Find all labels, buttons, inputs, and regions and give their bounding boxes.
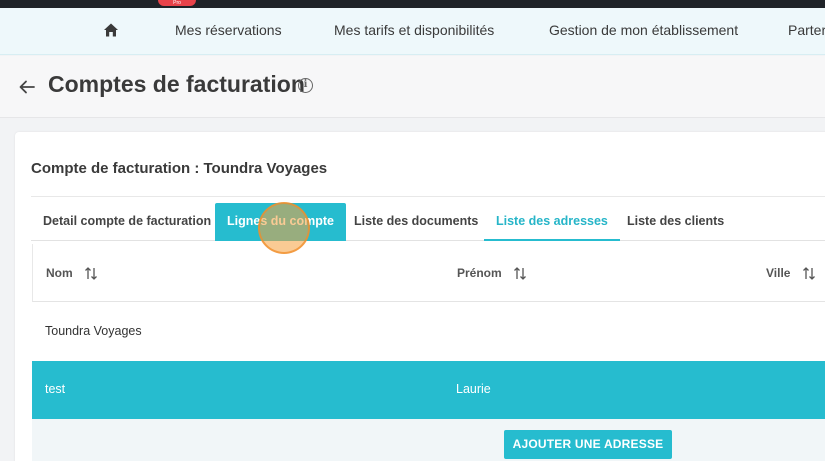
page-header: Comptes de facturation i [0,56,825,118]
page-title: Comptes de facturation [48,71,305,97]
home-icon[interactable] [103,22,119,38]
pro-badge: Pro [158,0,196,6]
tab-bar: Detail compte de facturation Lignes du c… [31,203,825,241]
column-header-label: Ville [766,266,791,280]
top-strip [0,0,825,8]
column-header-nom[interactable]: Nom [46,266,98,280]
table-footer: AJOUTER UNE ADRESSE [32,419,825,461]
cell-nom: Toundra Voyages [45,324,142,338]
table-header-row: Nom Prénom Ville [32,244,825,302]
cell-nom: test [45,382,66,396]
column-header-ville[interactable]: Ville [766,266,816,280]
tab-liste-documents[interactable]: Liste des documents [342,203,490,241]
sort-icon[interactable] [84,267,98,280]
card-divider [31,196,825,197]
card-title: Compte de facturation : Toundra Voyages [31,160,328,177]
sort-icon[interactable] [802,267,816,280]
cell-prenom: Laurie [456,382,491,396]
column-header-label: Nom [46,266,73,280]
table-row-selected[interactable]: test Laurie [32,361,825,419]
tab-liste-clients[interactable]: Liste des clients [615,203,736,241]
column-header-label: Prénom [457,266,502,280]
tab-detail-compte[interactable]: Detail compte de facturation [31,203,223,241]
sort-icon[interactable] [513,267,527,280]
nav-partenaires[interactable]: Parter [788,8,825,55]
table-row[interactable]: Toundra Voyages [32,303,825,361]
top-navigation: Mes réservations Mes tarifs et disponibi… [0,8,825,55]
column-header-prenom[interactable]: Prénom [457,266,527,280]
nav-gestion-etablissement[interactable]: Gestion de mon établissement [549,8,738,55]
add-address-button[interactable]: AJOUTER UNE ADRESSE [504,430,672,459]
back-arrow-icon[interactable] [18,79,36,95]
nav-mes-tarifs[interactable]: Mes tarifs et disponibilités [334,8,494,55]
nav-mes-reservations[interactable]: Mes réservations [175,8,282,55]
info-icon[interactable]: i [298,78,313,93]
tab-liste-adresses[interactable]: Liste des adresses [484,203,620,241]
